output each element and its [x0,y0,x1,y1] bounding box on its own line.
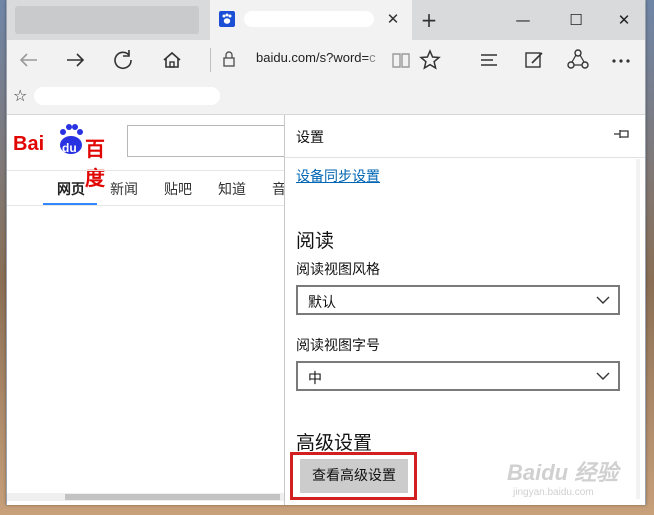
watermark-sub: jingyan.baidu.com [513,487,594,498]
url-faded-text: c [369,50,376,65]
tab-tieba[interactable]: 贴吧 [164,179,192,199]
reading-style-label: 阅读视图风格 [296,262,380,278]
favorite-star-icon[interactable] [414,44,446,76]
address-separator [210,48,211,72]
tab-close-icon[interactable]: ✕ [382,8,404,30]
hub-icon[interactable] [473,44,505,76]
reading-font-select[interactable]: 中 [296,361,620,391]
tab-inactive[interactable] [15,6,199,34]
tab-web[interactable]: 网页 [57,179,85,199]
reading-style-select[interactable]: 默认 [296,285,620,315]
browser-window: ✕ + — ☐ ✕ baidu.com/s?word=c ☆ Bai du 百度… [6,0,646,505]
search-input[interactable] [127,125,288,157]
forward-icon[interactable] [59,44,91,76]
tab-active[interactable]: ✕ [210,0,412,40]
web-note-icon[interactable] [518,44,550,76]
panel-scrollbar[interactable] [636,159,640,499]
reading-style-value: 默认 [308,295,336,311]
watermark-main: Baidu 经验 [507,460,619,485]
advanced-heading: 高级设置 [296,432,373,454]
new-tab-button[interactable]: + [414,6,444,34]
chevron-down-icon [596,296,610,304]
favorites-star-icon[interactable]: ☆ [13,86,27,105]
favorites-item[interactable] [34,87,220,105]
share-icon[interactable] [562,44,594,76]
more-icon[interactable] [605,44,637,76]
url-text: baidu.com/s?word= [256,50,370,65]
minimize-button[interactable]: — [500,0,546,40]
tab-title [244,11,374,27]
scrollbar-thumb[interactable] [65,494,280,500]
back-icon[interactable] [13,44,45,76]
tabs-divider [7,205,284,206]
tab-news[interactable]: 新闻 [110,179,138,199]
device-sync-settings-link[interactable]: 设备同步设置 [296,166,380,186]
title-bar: ✕ + — ☐ ✕ [7,0,645,40]
settings-panel: 设置 设备同步设置 阅读 阅读视图风格 默认 阅读视图字号 中 高级设置 查看高… [284,115,645,505]
web-page: Bai du 百度 网页 新闻 贴吧 知道 音 [7,115,288,505]
reading-heading: 阅读 [296,230,335,252]
horizontal-scrollbar[interactable] [7,493,284,501]
panel-header-divider [285,157,645,158]
pin-icon[interactable] [613,128,631,140]
logo-text-bai: Bai [13,133,45,155]
tab-zhidao[interactable]: 知道 [218,179,246,199]
watermark: Baidu 经验 jingyan.baidu.com [507,455,618,498]
view-advanced-settings-button[interactable]: 查看高级设置 [300,459,408,493]
reading-view-icon[interactable] [385,44,417,76]
header-divider [7,170,284,171]
reading-font-label: 阅读视图字号 [296,338,380,354]
baidu-paw-icon [219,11,235,27]
refresh-icon[interactable] [107,44,139,76]
panel-title: 设置 [296,130,324,146]
close-window-button[interactable]: ✕ [601,0,645,40]
maximize-button[interactable]: ☐ [553,0,599,40]
navigation-bar: baidu.com/s?word=c [7,40,645,80]
lock-icon[interactable] [223,50,235,68]
favorites-bar: ☆ [7,80,645,115]
reading-font-value: 中 [308,371,322,387]
baidu-logo[interactable]: Bai du 百度 [13,123,123,190]
chevron-down-icon [596,372,610,380]
address-bar[interactable]: baidu.com/s?word=c [256,50,376,65]
home-icon[interactable] [156,44,188,76]
logo-text-du: du [62,141,77,155]
